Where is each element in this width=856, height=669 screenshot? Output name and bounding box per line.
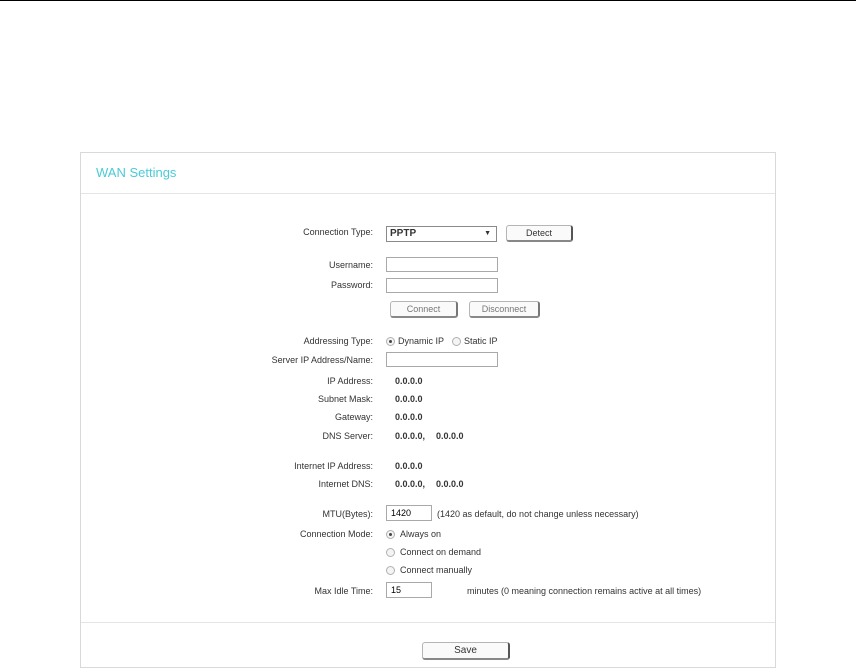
- internet-ip-value: 0.0.0.0: [395, 461, 423, 471]
- dns-server-primary: 0.0.0.0,: [395, 431, 426, 441]
- always-on-radio[interactable]: [386, 530, 395, 539]
- connect-manually-radio[interactable]: [386, 566, 395, 575]
- username-label: Username:: [328, 260, 373, 270]
- dynamic-ip-label: Dynamic IP: [398, 336, 445, 346]
- ip-address-label: IP Address:: [327, 376, 373, 386]
- gateway-label: Gateway:: [334, 412, 373, 422]
- mtu-input[interactable]: [386, 505, 432, 521]
- mtu-label: MTU(Bytes):: [322, 509, 374, 519]
- static-ip-label: Static IP: [464, 336, 498, 346]
- wan-settings-panel: WAN Settings Connection Type: PPTP ▼ Det…: [80, 152, 776, 668]
- max-idle-hint: minutes (0 meaning connection remains ac…: [467, 586, 702, 596]
- subnet-mask-value: 0.0.0.0: [395, 394, 423, 404]
- divider: [81, 193, 775, 194]
- save-button[interactable]: Save: [422, 642, 510, 660]
- always-on-label: Always on: [400, 529, 442, 539]
- connection-mode-label: Connection Mode:: [299, 529, 373, 539]
- password-input[interactable]: [386, 278, 498, 293]
- username-input[interactable]: [386, 257, 498, 272]
- max-idle-input[interactable]: [386, 582, 432, 598]
- max-idle-label: Max Idle Time:: [314, 586, 373, 596]
- connect-on-demand-label: Connect on demand: [400, 547, 482, 557]
- subnet-mask-label: Subnet Mask:: [317, 394, 373, 404]
- connection-type-label: Connection Type:: [303, 227, 373, 237]
- divider: [81, 622, 775, 623]
- dynamic-ip-radio[interactable]: [386, 337, 395, 346]
- server-ip-input[interactable]: [386, 352, 498, 367]
- internet-dns-secondary: 0.0.0.0: [436, 479, 464, 489]
- addressing-type-label: Addressing Type:: [303, 336, 373, 346]
- connect-on-demand-radio[interactable]: [386, 548, 395, 557]
- internet-dns-primary: 0.0.0.0,: [395, 479, 426, 489]
- gateway-value: 0.0.0.0: [395, 412, 423, 422]
- disconnect-button[interactable]: Disconnect: [469, 301, 540, 318]
- connection-type-select[interactable]: PPTP ▼: [386, 226, 497, 242]
- password-label: Password:: [330, 280, 373, 290]
- top-rule: [0, 0, 856, 1]
- chevron-down-icon: ▼: [484, 230, 491, 237]
- internet-ip-label: Internet IP Address:: [294, 461, 373, 471]
- connect-button[interactable]: Connect: [390, 301, 458, 318]
- detect-button[interactable]: Detect: [506, 225, 573, 242]
- dns-server-label: DNS Server:: [322, 431, 373, 441]
- panel-title: WAN Settings: [96, 165, 177, 180]
- static-ip-radio[interactable]: [452, 337, 461, 346]
- mtu-hint: (1420 as default, do not change unless n…: [437, 509, 639, 519]
- connect-manually-label: Connect manually: [400, 565, 473, 575]
- internet-dns-label: Internet DNS:: [318, 479, 373, 489]
- dns-server-secondary: 0.0.0.0: [436, 431, 464, 441]
- connection-type-value: PPTP: [390, 228, 417, 239]
- server-ip-label: Server IP Address/Name:: [271, 355, 373, 365]
- ip-address-value: 0.0.0.0: [395, 376, 423, 386]
